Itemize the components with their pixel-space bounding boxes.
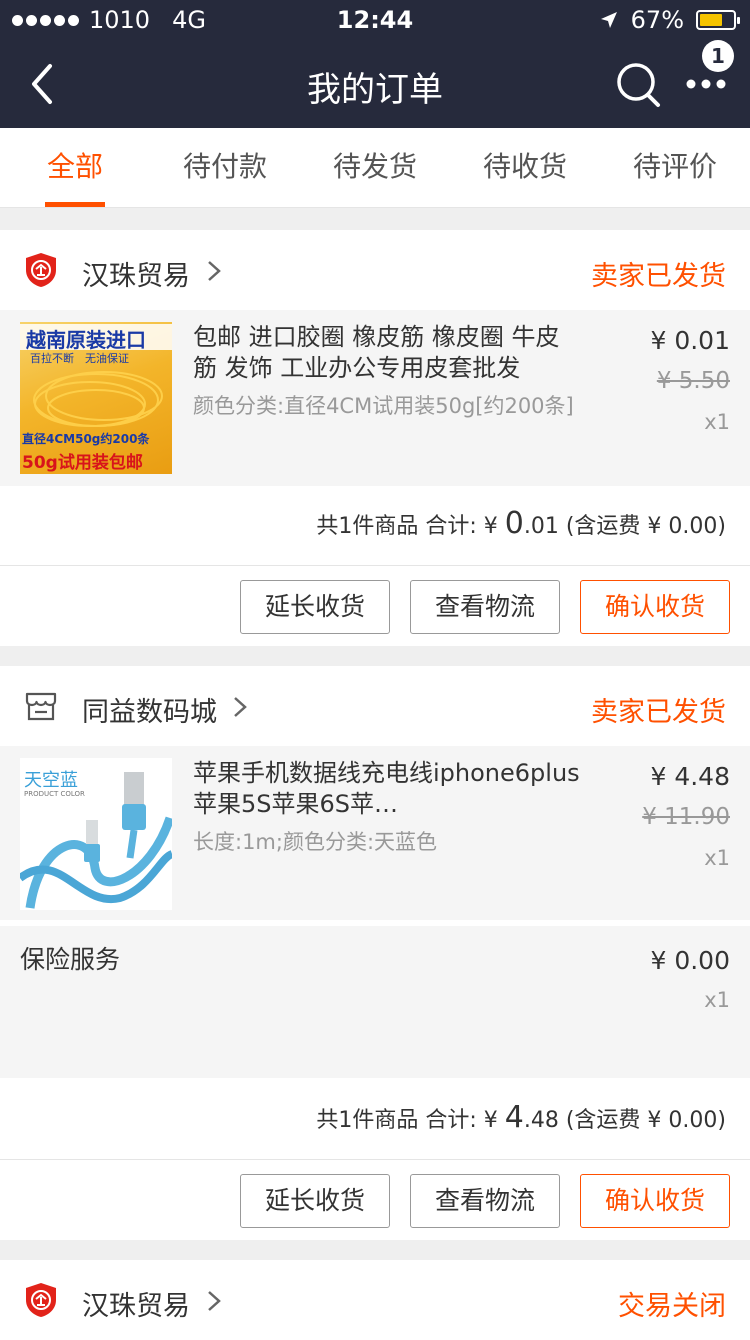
product-original-price: ¥ 5.50: [656, 368, 730, 394]
enterprise-shield-icon: [26, 1283, 56, 1317]
tab-pending-review[interactable]: 待评价: [600, 128, 750, 208]
app-header: 1010 4G 12:44 67% 我的订单 1: [0, 0, 750, 128]
status-bar: 1010 4G 12:44 67%: [0, 0, 750, 40]
product-quantity: x1: [704, 410, 730, 434]
product-image-caption-bottom1: 直径4CM50g约200条: [22, 432, 150, 446]
confirm-receipt-button[interactable]: 确认收货: [580, 1174, 730, 1228]
product-price: ¥ 4.48: [650, 762, 730, 791]
battery-percent: 67%: [630, 6, 684, 34]
chevron-right-icon: [208, 261, 221, 281]
insurance-label: 保险服务: [20, 945, 121, 974]
order-item[interactable]: 天空蓝 PRODUCT COLOR 苹果手机数据线充电线iphone6plus苹…: [0, 746, 750, 920]
tab-pending-payment[interactable]: 待付款: [150, 128, 300, 208]
search-button[interactable]: [614, 58, 664, 110]
product-title: 苹果手机数据线充电线iphone6plus苹果5S苹果6S苹…: [193, 759, 580, 818]
product-image: 天空蓝 PRODUCT COLOR: [20, 758, 172, 910]
order-item[interactable]: 越南原装进口 百拉不断 无油保证 直径4CM50g约200条 50g试用装包邮 …: [0, 310, 750, 486]
product-image-caption-bottom2: 50g试用装包邮: [22, 453, 143, 473]
tab-all[interactable]: 全部: [0, 128, 150, 208]
extend-receipt-button[interactable]: 延长收货: [240, 580, 390, 634]
insurance-price: ¥ 0.00: [650, 946, 730, 975]
summary-shipping: (含运费 ¥ 0.00): [558, 514, 726, 539]
tab-pending-receipt[interactable]: 待收货: [450, 128, 600, 208]
insurance-quantity: x1: [704, 988, 730, 1012]
product-title: 包邮 进口胶圈 橡皮筋 橡皮圈 牛皮筋 发饰 工业办公专用皮套批发: [193, 323, 560, 382]
chevron-right-icon: [234, 697, 247, 717]
active-tab-indicator: [45, 202, 105, 207]
summary-total-dec: .48: [523, 1108, 559, 1133]
more-dots-icon: [686, 79, 726, 89]
enterprise-shield-icon: [26, 253, 56, 287]
status-right: 67%: [599, 6, 740, 34]
search-icon: [617, 63, 660, 107]
order-status: 交易关闭: [618, 1291, 726, 1322]
order-status: 卖家已发货: [591, 261, 726, 292]
shop-header[interactable]: 同益数码城 卖家已发货: [0, 666, 750, 746]
product-original-price: ¥ 11.90: [642, 804, 730, 830]
tab-pending-shipment[interactable]: 待发货: [300, 128, 450, 208]
product-image-caption-top: 天空蓝: [24, 770, 78, 791]
shop-name: 汉珠贸易: [82, 1291, 190, 1322]
product-sku: 长度:1m;颜色分类:天蓝色: [193, 830, 438, 854]
product-image: 越南原装进口 百拉不断 无油保证 直径4CM50g约200条 50g试用装包邮: [20, 322, 172, 474]
store-icon: [25, 692, 57, 721]
view-logistics-button[interactable]: 查看物流: [410, 580, 560, 634]
product-image-caption-top: 越南原装进口: [26, 328, 146, 352]
location-arrow-icon: [600, 12, 617, 28]
chevron-right-icon: [208, 1291, 221, 1311]
summary-count: 共1件商品 合计: ¥: [316, 1108, 505, 1133]
product-image-caption-sub: PRODUCT COLOR: [24, 790, 85, 798]
product-price: ¥ 0.01: [650, 326, 730, 355]
order-summary: 共1件商品 合计: ¥ 4.48 (含运费 ¥ 0.00): [316, 1100, 726, 1135]
divider: [0, 1159, 750, 1160]
summary-total-int: 0: [504, 506, 524, 541]
summary-total-dec: .01: [523, 514, 559, 539]
shop-name: 汉珠贸易: [82, 261, 190, 292]
order-card: 汉珠贸易 交易关闭: [0, 1260, 750, 1340]
summary-shipping: (含运费 ¥ 0.00): [558, 1108, 726, 1133]
product-sku: 颜色分类:直径4CM试用装50g[约200条]: [193, 394, 574, 418]
order-status: 卖家已发货: [591, 697, 726, 728]
view-logistics-button[interactable]: 查看物流: [410, 1174, 560, 1228]
battery-icon: [696, 10, 740, 30]
confirm-receipt-button[interactable]: 确认收货: [580, 580, 730, 634]
shop-name: 同益数码城: [82, 697, 217, 728]
shop-header[interactable]: 汉珠贸易 卖家已发货: [0, 230, 750, 310]
order-summary: 共1件商品 合计: ¥ 0.01 (含运费 ¥ 0.00): [316, 506, 726, 541]
extend-receipt-button[interactable]: 延长收货: [240, 1174, 390, 1228]
insurance-row[interactable]: 保险服务 ¥ 0.00 x1: [0, 926, 750, 1078]
product-image-caption-sub: 百拉不断 无油保证: [30, 352, 129, 365]
message-badge: 1: [702, 40, 734, 72]
product-quantity: x1: [704, 846, 730, 870]
shop-header[interactable]: 汉珠贸易 交易关闭: [0, 1260, 750, 1340]
summary-count: 共1件商品 合计: ¥: [316, 514, 505, 539]
order-card: 同益数码城 卖家已发货 天空蓝 PRODUCT COLOR 苹果手机数据线充电线…: [0, 666, 750, 1240]
divider: [0, 565, 750, 566]
order-card: 汉珠贸易 卖家已发货 越南原装进口 百拉不断 无油保证 直径4CM50g约200…: [0, 230, 750, 646]
order-tabs: 全部 待付款 待发货 待收货 待评价: [0, 128, 750, 208]
summary-total-int: 4: [504, 1100, 524, 1135]
